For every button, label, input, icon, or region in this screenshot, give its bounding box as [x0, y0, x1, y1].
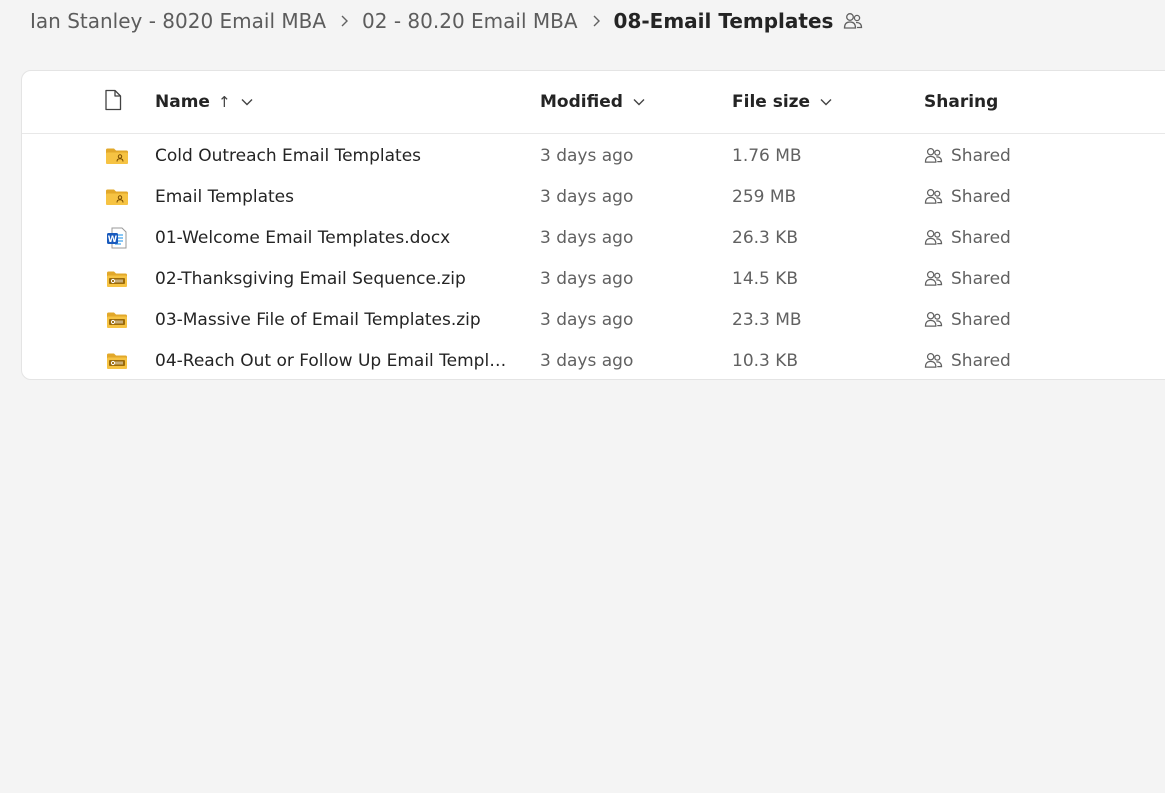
- shared-people-icon[interactable]: [843, 12, 863, 30]
- file-name-link[interactable]: 01-Welcome Email Templates.docx: [155, 217, 515, 258]
- file-size: 23.3 MB: [732, 309, 802, 330]
- file-row[interactable]: 02-Thanksgiving Email Sequence.zip 3 days…: [22, 258, 1165, 299]
- file-size: 14.5 KB: [732, 268, 799, 289]
- chevron-down-icon[interactable]: [820, 98, 832, 106]
- name-column-header[interactable]: Name ↑: [155, 71, 253, 133]
- column-header-row: Name ↑ Modified File size Sharing: [22, 71, 1165, 134]
- sharing-status: Shared: [951, 145, 1011, 166]
- document-icon: [104, 89, 122, 116]
- file-sharing[interactable]: Shared: [924, 258, 1011, 299]
- file-name-link[interactable]: Cold Outreach Email Templates: [155, 135, 515, 176]
- sharing-status: Shared: [951, 350, 1011, 371]
- sharing-status: Shared: [951, 268, 1011, 289]
- sharing-header-label: Sharing: [924, 92, 999, 112]
- modified-header-label: Modified: [540, 92, 623, 112]
- file-sharing[interactable]: Shared: [924, 176, 1011, 217]
- sharing-column-header[interactable]: Sharing: [924, 71, 998, 133]
- file-row[interactable]: Email Templates 3 days ago 259 MB Shared: [22, 176, 1165, 217]
- shared-people-icon: [924, 270, 947, 287]
- file-sharing[interactable]: Shared: [924, 217, 1011, 258]
- file-row[interactable]: 03-Massive File of Email Templates.zip 3 …: [22, 299, 1165, 340]
- chevron-right-icon: [578, 14, 614, 28]
- sort-ascending-icon: ↑: [217, 93, 231, 111]
- file-type-header[interactable]: [104, 71, 122, 133]
- sharing-status: Shared: [951, 227, 1011, 248]
- file-size: 26.3 KB: [732, 227, 799, 248]
- file-row[interactable]: W 01-Welcome Email Templates.docx 3 days a…: [22, 217, 1165, 258]
- breadcrumb: Ian Stanley - 8020 Email MBA 02 - 80.20 …: [30, 6, 863, 36]
- sharing-status: Shared: [951, 186, 1011, 207]
- file-sharing[interactable]: Shared: [924, 135, 1011, 176]
- shared-folder-icon: [104, 176, 130, 217]
- file-size: 10.3 KB: [732, 350, 799, 371]
- file-modified: 3 days ago: [540, 145, 634, 166]
- shared-folder-icon: [104, 135, 130, 176]
- zip-folder-icon: [104, 258, 130, 299]
- breadcrumb-current: 08-Email Templates: [613, 9, 834, 33]
- chevron-down-icon[interactable]: [633, 98, 645, 106]
- file-size: 1.76 MB: [732, 145, 802, 166]
- file-size-column-header[interactable]: File size: [732, 71, 832, 133]
- file-modified: 3 days ago: [540, 227, 634, 248]
- file-sharing[interactable]: Shared: [924, 299, 1011, 340]
- shared-people-icon: [924, 147, 947, 164]
- file-name[interactable]: 04-Reach Out or Follow Up Email Template…: [155, 351, 515, 371]
- shared-people-icon: [924, 352, 947, 369]
- shared-people-icon: [924, 229, 947, 246]
- file-name-link[interactable]: Email Templates: [155, 176, 515, 217]
- file-modified: 3 days ago: [540, 350, 634, 371]
- file-name[interactable]: 02-Thanksgiving Email Sequence.zip: [155, 269, 466, 289]
- chevron-down-icon[interactable]: [241, 98, 253, 106]
- chevron-right-icon: [326, 14, 362, 28]
- file-row[interactable]: Cold Outreach Email Templates 3 days ago 1…: [22, 135, 1165, 176]
- file-list: Name ↑ Modified File size Sharing Cold O…: [21, 70, 1165, 380]
- file-modified: 3 days ago: [540, 268, 634, 289]
- shared-people-icon: [924, 311, 947, 328]
- file-name-link[interactable]: 04-Reach Out or Follow Up Email Template…: [155, 340, 515, 381]
- file-modified: 3 days ago: [540, 309, 634, 330]
- modified-column-header[interactable]: Modified: [540, 71, 645, 133]
- name-header-label: Name: [155, 92, 210, 112]
- breadcrumb-item-ian-stanley[interactable]: Ian Stanley - 8020 Email MBA: [30, 9, 326, 33]
- file-name[interactable]: Cold Outreach Email Templates: [155, 146, 421, 166]
- file-name-link[interactable]: 02-Thanksgiving Email Sequence.zip: [155, 258, 515, 299]
- file-name[interactable]: 01-Welcome Email Templates.docx: [155, 228, 450, 248]
- zip-folder-icon: [104, 340, 130, 381]
- file-name[interactable]: 03-Massive File of Email Templates.zip: [155, 310, 481, 330]
- file-rows: Cold Outreach Email Templates 3 days ago 1…: [22, 135, 1165, 381]
- file-name[interactable]: Email Templates: [155, 187, 294, 207]
- file-name-link[interactable]: 03-Massive File of Email Templates.zip: [155, 299, 515, 340]
- file-size-header-label: File size: [732, 92, 811, 112]
- file-size: 259 MB: [732, 186, 797, 207]
- sharing-status: Shared: [951, 309, 1011, 330]
- file-modified: 3 days ago: [540, 186, 634, 207]
- svg-text:W: W: [108, 235, 118, 245]
- zip-folder-icon: [104, 299, 130, 340]
- shared-people-icon: [924, 188, 947, 205]
- breadcrumb-item-email-mba[interactable]: 02 - 80.20 Email MBA: [362, 9, 578, 33]
- word-doc-icon: W: [104, 217, 130, 258]
- file-row[interactable]: 04-Reach Out or Follow Up Email Template…: [22, 340, 1165, 381]
- file-sharing[interactable]: Shared: [924, 340, 1011, 381]
